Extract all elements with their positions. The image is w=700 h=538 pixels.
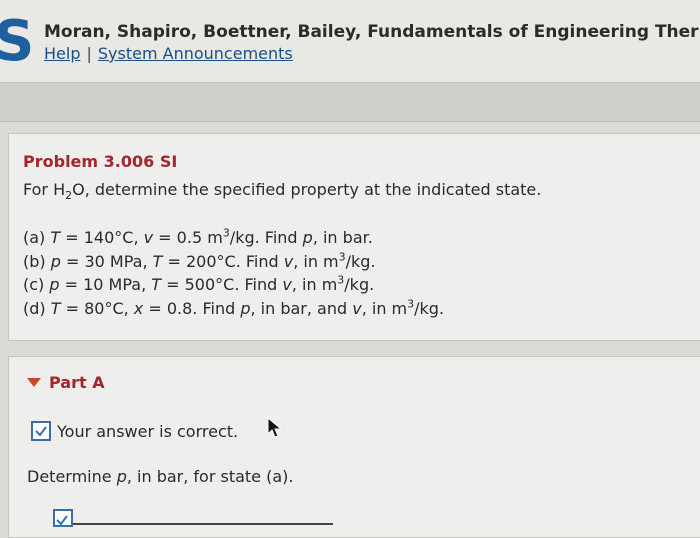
problem-card: Problem 3.006 SI For H2O, determine the … <box>8 133 700 341</box>
book-title: Moran, Shapiro, Boettner, Bailey, Fundam… <box>44 22 699 42</box>
system-announcements-link[interactable]: System Announcements <box>98 44 293 63</box>
part-superscript: 3 <box>338 250 346 264</box>
site-header: S Moran, Shapiro, Boettner, Bailey, Fund… <box>0 0 700 82</box>
part-variable: v <box>352 298 362 318</box>
mouse-cursor-icon <box>267 417 283 438</box>
part-text: = 80°C, <box>60 298 134 318</box>
problem-statement: For H2O, determine the specified propert… <box>23 180 542 201</box>
question-text: , in bar, for state (a). <box>126 467 294 486</box>
help-link[interactable]: Help <box>44 44 80 63</box>
part-a-question: Determine p, in bar, for state (a). <box>27 467 293 486</box>
part-text: = 0.5 m <box>153 228 223 247</box>
part-label: (b) <box>23 251 51 271</box>
part-text: , in m <box>291 275 338 294</box>
part-variable: v <box>283 251 294 271</box>
parts-list: (a) T = 140°C, v = 0.5 m3/kg. Find p, in… <box>23 228 444 322</box>
statement-prefix: For H <box>23 180 66 199</box>
part-variable: p <box>240 298 251 318</box>
part-variable: T <box>50 228 61 247</box>
part-variable: p <box>302 228 313 247</box>
part-label: (d) <box>23 298 51 318</box>
part-variable: T <box>151 275 162 294</box>
part-text: = 140°C, <box>60 228 144 247</box>
question-variable: p <box>116 467 127 486</box>
part-text: , in bar. <box>312 228 373 247</box>
part-superscript: 3 <box>222 226 230 240</box>
part-line-a: (a) T = 140°C, v = 0.5 m3/kg. Find p, in… <box>23 228 444 252</box>
part-text: /kg. <box>344 275 375 294</box>
part-label: (a) <box>23 228 51 247</box>
link-separator: | <box>86 44 92 63</box>
part-text: = 500°C. Find <box>161 275 283 294</box>
part-text-d-tail: , in m3/kg. <box>361 297 445 318</box>
part-text: , in m <box>293 251 339 271</box>
part-text: /kg. <box>345 251 376 271</box>
header-links: Help | System Announcements <box>44 44 293 63</box>
part-text: = 200°C. Find <box>162 251 284 271</box>
part-variable: v <box>282 275 292 294</box>
part-variable: x <box>133 298 144 318</box>
part-text: = 10 MPa, <box>59 275 152 294</box>
answer-status: Your answer is correct. <box>31 421 238 441</box>
part-text: /kg. Find <box>229 228 303 247</box>
caret-down-icon <box>27 378 41 387</box>
part-variable: T <box>50 298 61 318</box>
site-logo: S <box>0 9 35 74</box>
part-line-c: (c) p = 10 MPa, T = 500°C. Find v, in m3… <box>23 275 444 299</box>
problem-title: Problem 3.006 SI <box>23 152 178 171</box>
part-text: , in bar, and <box>250 298 353 318</box>
part-variable: p <box>49 275 60 294</box>
part-text: = 30 MPa, <box>60 251 153 271</box>
part-a-card: Part A Your answer is correct. Determine… <box>8 356 700 538</box>
answer-check-box[interactable] <box>53 509 73 527</box>
part-a-header: Part A <box>49 373 105 392</box>
question-text: Determine <box>27 467 117 486</box>
part-variable: p <box>50 251 61 271</box>
toolbar-band <box>0 82 700 122</box>
part-a-toggle[interactable]: Part A <box>27 373 105 392</box>
statement-suffix: O, determine the specified property at t… <box>72 180 542 199</box>
part-text: = 0.8. Find <box>143 298 241 318</box>
part-variable: T <box>152 251 163 271</box>
part-label: (c) <box>23 275 50 294</box>
part-line-d: (d) T = 80°C, x = 0.8. Find p, in bar, a… <box>23 297 445 323</box>
check-icon <box>31 421 51 441</box>
part-variable: v <box>143 228 154 247</box>
part-line-b: (b) p = 30 MPa, T = 200°C. Find v, in m3… <box>23 250 444 276</box>
status-text: Your answer is correct. <box>57 422 239 441</box>
